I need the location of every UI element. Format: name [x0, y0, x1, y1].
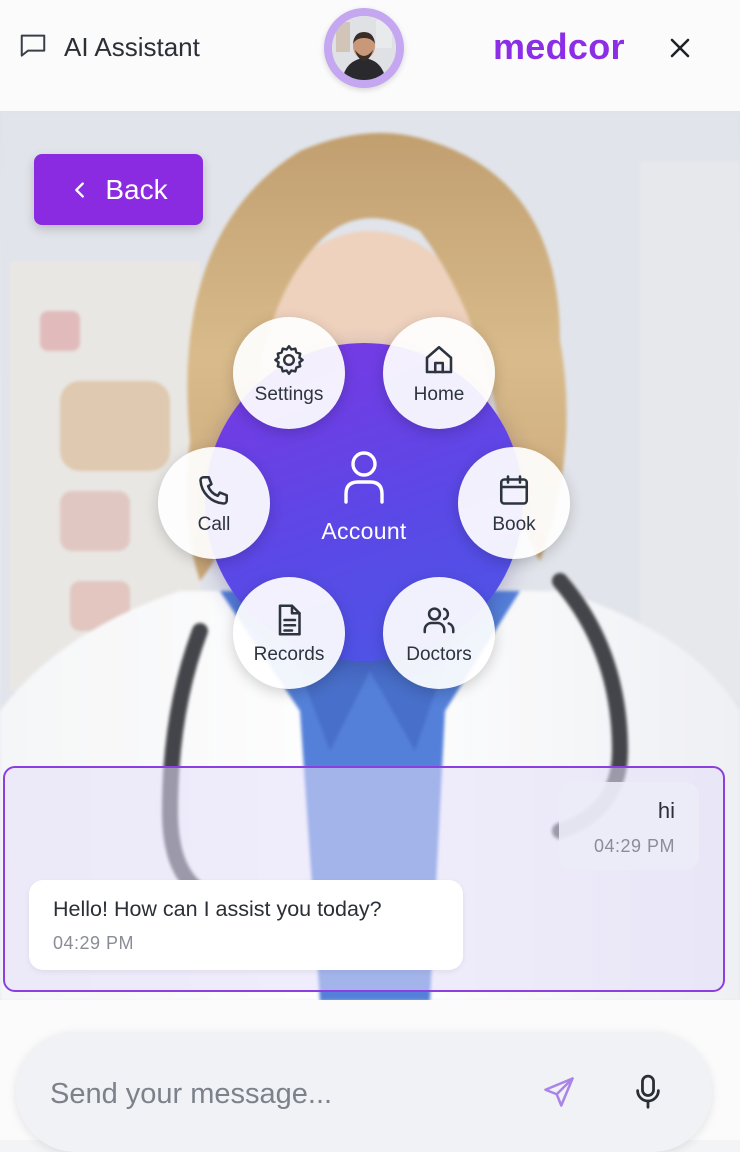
composer-bar — [16, 1032, 712, 1152]
chat-panel[interactable]: hi 04:29 PM Hello! How can I assist you … — [3, 766, 725, 992]
microphone-icon[interactable] — [633, 1074, 663, 1110]
app-header: AI Assistant medcor — [0, 0, 740, 111]
account-label: Account — [321, 518, 407, 544]
book-label: Book — [492, 514, 536, 535]
back-button[interactable]: Back — [34, 154, 203, 225]
settings-label: Settings — [254, 384, 324, 405]
home-button[interactable]: Home — [383, 317, 495, 429]
document-icon — [278, 604, 301, 636]
send-icon[interactable] — [541, 1074, 577, 1110]
calendar-icon — [499, 475, 529, 505]
header-title: AI Assistant — [64, 32, 200, 62]
chevron-left-icon — [75, 181, 85, 198]
header-title-group: AI Assistant — [18, 30, 200, 65]
settings-button[interactable]: Settings — [233, 317, 345, 429]
call-button[interactable]: Call — [158, 447, 270, 559]
home-icon — [425, 345, 453, 374]
users-icon — [423, 607, 455, 634]
message-time: 04:29 PM — [53, 933, 135, 953]
message-time: 04:29 PM — [593, 836, 675, 856]
gear-icon — [274, 345, 304, 375]
assistant-message: Hello! How can I assist you today? 04:29… — [29, 880, 463, 970]
avatar-photo — [332, 16, 396, 80]
message-input[interactable] — [48, 1070, 512, 1118]
call-label: Call — [197, 514, 231, 535]
user-icon — [344, 451, 384, 504]
account-button[interactable]: Account — [288, 448, 440, 558]
user-message: hi 04:29 PM — [559, 782, 699, 870]
phone-icon — [199, 475, 229, 505]
close-icon[interactable] — [664, 32, 696, 64]
book-button[interactable]: Book — [458, 447, 570, 559]
message-text: hi — [657, 798, 675, 823]
records-button[interactable]: Records — [233, 577, 345, 689]
brand-logo: medcor — [493, 26, 625, 67]
message-text: Hello! How can I assist you today? — [53, 897, 382, 921]
records-label: Records — [253, 644, 325, 665]
chat-bubble-icon — [18, 30, 48, 65]
avatar[interactable] — [324, 8, 404, 88]
doctors-label: Doctors — [406, 644, 472, 665]
home-label: Home — [413, 384, 465, 405]
doctors-button[interactable]: Doctors — [383, 577, 495, 689]
back-button-label: Back — [105, 173, 168, 205]
